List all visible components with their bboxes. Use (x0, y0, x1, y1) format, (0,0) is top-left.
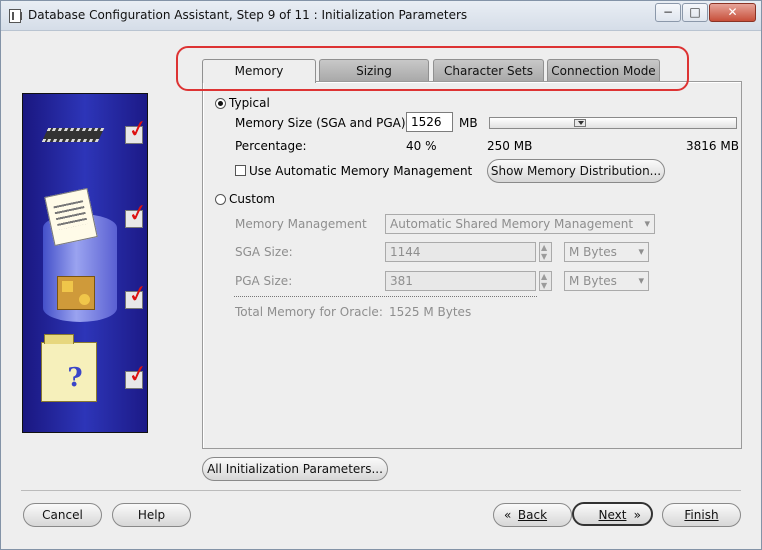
wizard-illustration: ? ✓ ✓ ✓ ✓ (22, 93, 151, 433)
shapes-icon (57, 276, 95, 310)
tab-character-sets[interactable]: Character Sets (433, 59, 544, 81)
memory-slider-thumb[interactable] (574, 119, 586, 127)
maximize-button[interactable]: □ (682, 3, 708, 22)
completed-check-icon: ✓ (125, 113, 151, 145)
automatic-memory-checkbox[interactable] (235, 165, 246, 176)
chevrons-right-icon: » (633, 508, 641, 522)
dbca-window: Database Configuration Assistant, Step 9… (0, 0, 762, 550)
app-icon (9, 9, 22, 23)
close-button[interactable]: ✕ (709, 3, 756, 22)
help-folder-icon: ? (41, 334, 97, 402)
pga-size-input[interactable] (385, 271, 536, 291)
help-button[interactable]: Help (112, 503, 191, 527)
next-button[interactable]: Next » (572, 502, 653, 526)
tab-sizing[interactable]: Sizing (319, 59, 429, 81)
pga-size-stepper[interactable] (539, 271, 552, 291)
percentage-label: Percentage: (235, 139, 307, 153)
memory-size-label: Memory Size (SGA and PGA): (235, 116, 410, 130)
window-title: Database Configuration Assistant, Step 9… (28, 8, 468, 22)
sga-unit-select[interactable]: M Bytes (564, 242, 649, 262)
sga-size-input[interactable] (385, 242, 536, 262)
finish-button-label: Finish (684, 508, 719, 522)
memory-tab-panel (202, 81, 742, 449)
automatic-memory-label: Use Automatic Memory Management (249, 164, 473, 178)
back-button-label: Back (517, 508, 548, 522)
slider-min-label: 250 MB (487, 139, 533, 153)
tab-connection-mode[interactable]: Connection Mode (547, 59, 660, 81)
chevrons-left-icon: « (504, 508, 512, 522)
percentage-value: 40 % (406, 139, 437, 153)
custom-label: Custom (229, 192, 275, 206)
completed-check-icon: ✓ (125, 358, 151, 390)
title-bar: Database Configuration Assistant, Step 9… (1, 1, 761, 31)
separator (234, 296, 537, 297)
total-memory-label: Total Memory for Oracle: (235, 305, 383, 319)
memory-size-input[interactable] (406, 112, 453, 132)
sga-size-stepper[interactable] (539, 242, 552, 262)
pga-unit-select[interactable]: M Bytes (564, 271, 649, 291)
documents-icon (44, 187, 98, 247)
typical-label: Typical (229, 96, 270, 110)
pga-size-label: PGA Size: (235, 274, 293, 288)
show-memory-distribution-button[interactable]: Show Memory Distribution... (487, 159, 665, 183)
divider (21, 490, 741, 491)
tab-memory[interactable]: Memory (202, 59, 316, 83)
typical-radio[interactable] (215, 98, 226, 109)
chip-icon (41, 128, 105, 142)
completed-check-icon: ✓ (125, 197, 151, 229)
memory-size-unit: MB (459, 116, 478, 130)
memory-management-select[interactable]: Automatic Shared Memory Management (385, 214, 655, 234)
memory-management-label: Memory Management (235, 217, 367, 231)
sga-size-label: SGA Size: (235, 245, 293, 259)
cancel-button[interactable]: Cancel (23, 503, 102, 527)
finish-button[interactable]: Finish (662, 503, 741, 527)
next-button-label: Next (598, 508, 627, 522)
slider-max-label: 3816 MB (686, 139, 739, 153)
completed-check-icon: ✓ (125, 278, 151, 310)
total-memory-value: 1525 M Bytes (389, 305, 472, 319)
custom-radio[interactable] (215, 194, 226, 205)
back-button[interactable]: « Back (493, 503, 572, 527)
memory-slider[interactable] (489, 117, 737, 129)
minimize-button[interactable]: − (655, 3, 681, 22)
all-initialization-parameters-button[interactable]: All Initialization Parameters... (202, 457, 388, 481)
